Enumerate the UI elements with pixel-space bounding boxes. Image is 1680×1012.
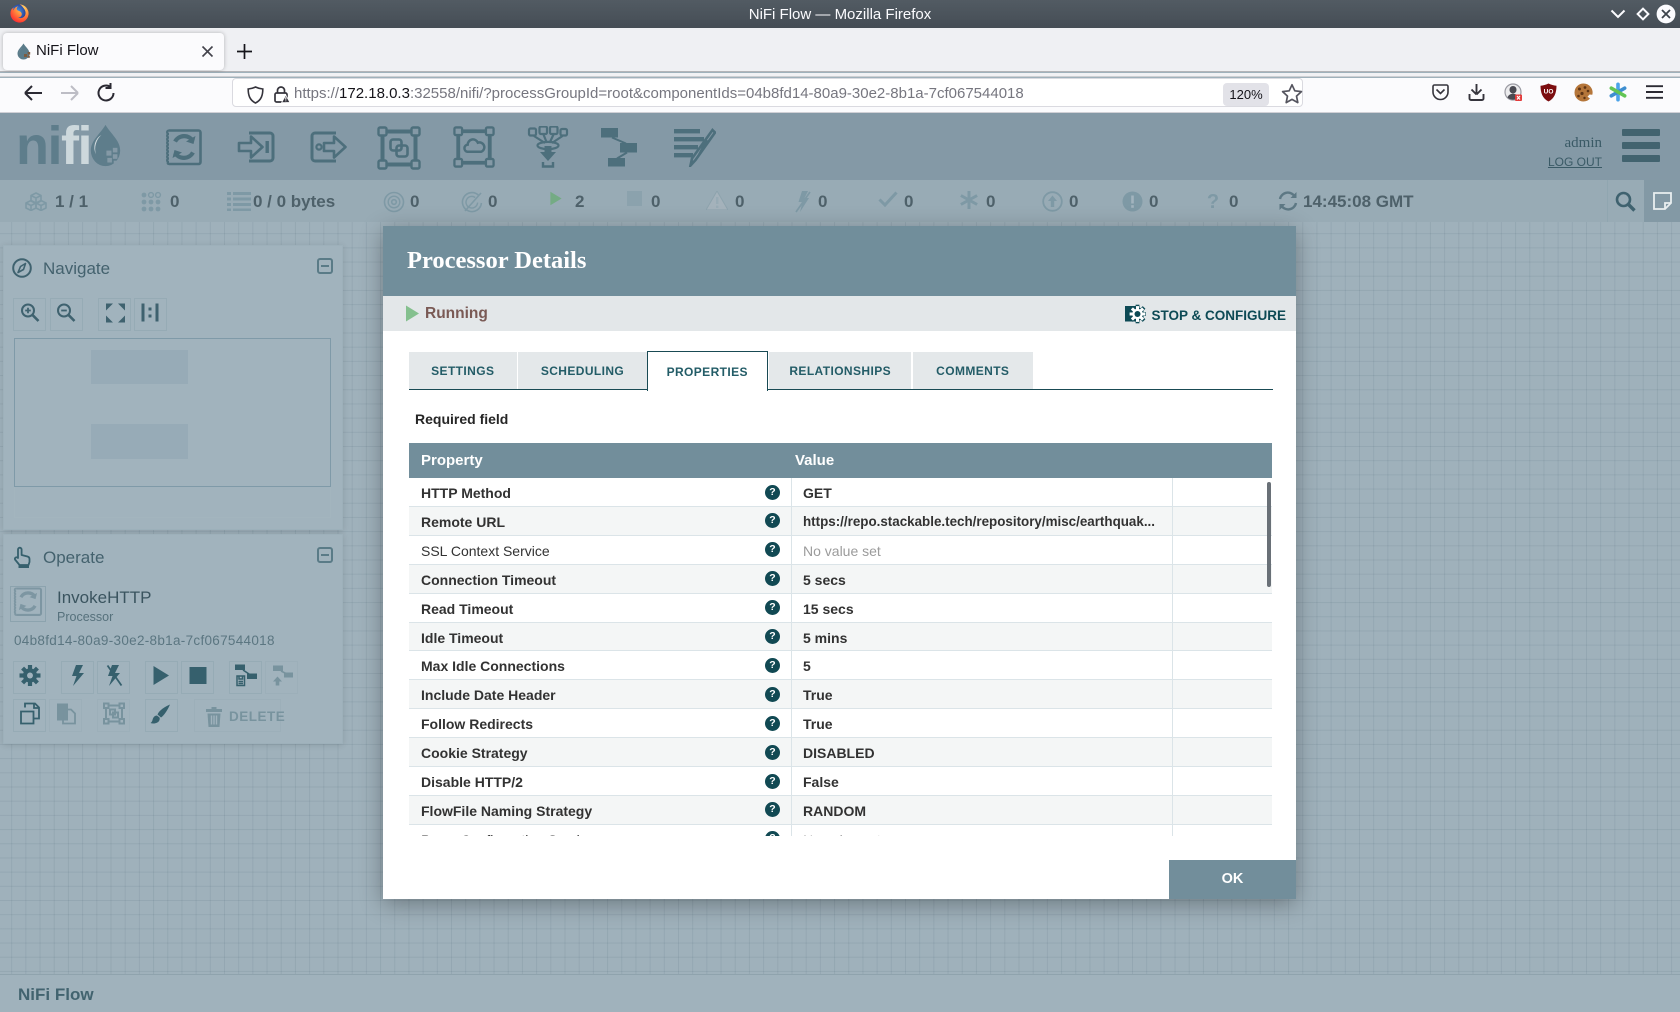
svg-text:?: ? — [1207, 191, 1219, 212]
svg-text:UO: UO — [1544, 89, 1554, 96]
